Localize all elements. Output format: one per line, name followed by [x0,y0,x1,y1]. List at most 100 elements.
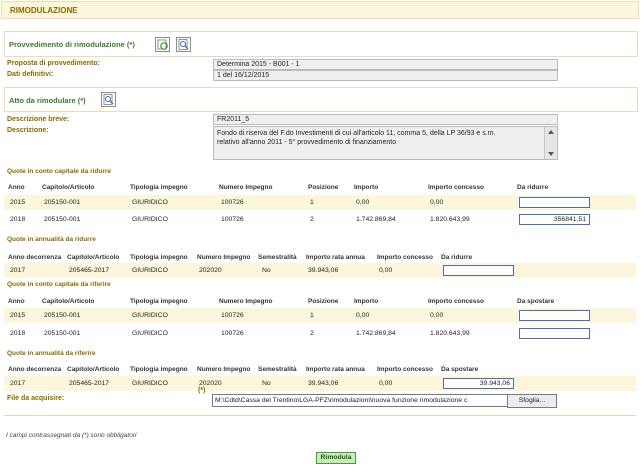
refresh-icon[interactable] [155,37,170,52]
cell-semestralita: No [262,267,271,274]
column-header: Numero Impegno [219,298,273,305]
column-header: Anno decorrenza [8,366,62,373]
cell-tipologia: GIURIDICO [132,380,168,387]
column-header: Importo concesso [377,366,433,373]
rimodula-button[interactable]: Rimodula [316,452,356,464]
proposta-label: Proposta di provvedimento: [7,60,100,67]
cell-semestralita: No [262,380,271,387]
cell-tipologia: GIURIDICO [132,216,168,223]
cell-anno: 2017 [10,380,26,387]
column-header: Importo concesso [428,298,484,305]
desc-breve-field: FR2011_5 [213,114,558,125]
cell-importo-rata: 39.943,06 [308,267,339,274]
column-header: Semestralità [258,366,297,373]
descrizione-label: Descrizione: [7,127,49,134]
descrizione-line: relativo all'anno 2011 - 5° provvediment… [217,139,397,146]
atto-label: Atto da rimodulare (*) [9,96,86,105]
cell-anno: 2018 [10,330,26,337]
column-header: Anno [8,184,25,191]
cell-tipologia: GIURIDICO [132,312,168,319]
column-header: Capitolo/Articolo [42,298,95,305]
cell-importo-concesso: 0,00 [430,312,444,319]
file-label: File da acquisire: [7,395,65,402]
proposta-field: Determina 2015 - B001 - 1 [213,59,558,70]
atto-section: Atto da rimodulare (*) [4,87,638,112]
cell-importo: 0,00 [356,199,370,206]
cell-tipologia: GIURIDICO [132,267,168,274]
provvedimento-section: Provvedimento di rimodulazione (*) [4,31,638,57]
da-ridurre-input[interactable] [443,265,514,276]
column-header: Importo rata annua [306,366,365,373]
cell-posizione: 1 [310,199,314,206]
cell-capitolo: 205150-001 [44,199,81,206]
column-header: Importo [354,184,379,191]
cell-capitolo: 205465-2017 [69,267,110,274]
search-icon[interactable] [176,37,191,52]
cell-capitolo: 205150-001 [44,216,81,223]
definitivi-field: 1 del 16/12/2015 [213,70,558,81]
column-header: Numero Impegno [197,366,251,373]
column-header: Da spostare [517,298,555,305]
column-header: Posizione [308,298,339,305]
search-icon[interactable] [101,92,116,107]
da-ridurre-input[interactable] [519,197,590,208]
cell-numero: 100726 [221,199,244,206]
cell-importo-concesso: 1.820.643,99 [430,216,470,223]
required-marker: (*) [198,387,206,394]
cell-anno: 2017 [10,267,26,274]
cell-importo: 0,00 [356,312,370,319]
column-header: Tipologia impegno [130,184,188,191]
cell-anno: 2015 [10,199,26,206]
column-header: Tipologia impegno [130,298,188,305]
cell-posizione: 1 [310,312,314,319]
cell-capitolo: 205150-001 [44,312,81,319]
cell-importo: 1.742.869,84 [356,216,396,223]
column-header: Semestralità [258,254,297,261]
da-ridurre-input[interactable]: 356841,51 [519,214,590,225]
cell-numero: 100726 [221,330,244,337]
column-header: Tipologia impegno [130,366,188,373]
descrizione-textarea[interactable]: Fondo di riserva del F.do Investimenti d… [213,126,558,160]
column-header: Numero Impegno [219,184,273,191]
column-header: Da ridurre [517,184,549,191]
da-spostare-input[interactable]: 39.943,06 [443,378,514,389]
required-fields-note: I campi contrassegnati da (*) sono obbli… [6,432,137,439]
column-header: Posizione [308,184,339,191]
column-header: Anno decorrenza [8,254,62,261]
definitivi-label: Dati definitivi: [7,71,54,78]
da-spostare-input[interactable] [519,328,590,339]
cell-importo: 1.742.869,84 [356,330,396,337]
column-header: Importo [354,298,379,305]
cell-importo-concesso: 0,00 [379,380,393,387]
browse-button[interactable]: Sfoglia... [507,394,557,408]
section-title: Quote in annualità da ridurre [7,236,96,243]
column-header: Capitolo/Articolo [42,184,95,191]
column-header: Capitolo/Articolo [67,366,120,373]
section-title: Quote in annualità da riferire [7,350,96,357]
page-title: RIMODULAZIONE [10,6,78,15]
cell-tipologia: GIURIDICO [132,330,168,337]
cell-capitolo: 205150-001 [44,330,81,337]
cell-numero: 202020 [199,267,222,274]
column-header: Importo concesso [428,184,484,191]
cell-anno: 2018 [10,216,26,223]
cell-numero: 100726 [221,312,244,319]
desc-breve-label: Descrizione breve: [7,116,70,123]
da-spostare-input[interactable] [519,310,590,321]
file-path-input[interactable]: M:\Cdtd\Cassa del Trentino\LGA-PFZ\rimod… [212,394,510,407]
divider [4,415,636,416]
cell-posizione: 2 [310,216,314,223]
scrollbar[interactable] [544,127,557,159]
provvedimento-label: Provvedimento di rimodulazione (*) [9,40,135,49]
cell-capitolo: 205465-2017 [69,380,110,387]
page-header: RIMODULAZIONE [1,1,639,19]
column-header: Importo concesso [377,254,433,261]
cell-importo-rata: 39.943,06 [308,380,339,387]
column-header: Tipologia impegno [130,254,188,261]
column-header: Numero Impegno [197,254,251,261]
cell-numero: 202020 [199,380,222,387]
cell-importo-concesso: 1.820.643,99 [430,330,470,337]
cell-importo-concesso: 0,00 [430,199,444,206]
column-header: Capitolo/Articolo [67,254,120,261]
cell-posizione: 2 [310,330,314,337]
